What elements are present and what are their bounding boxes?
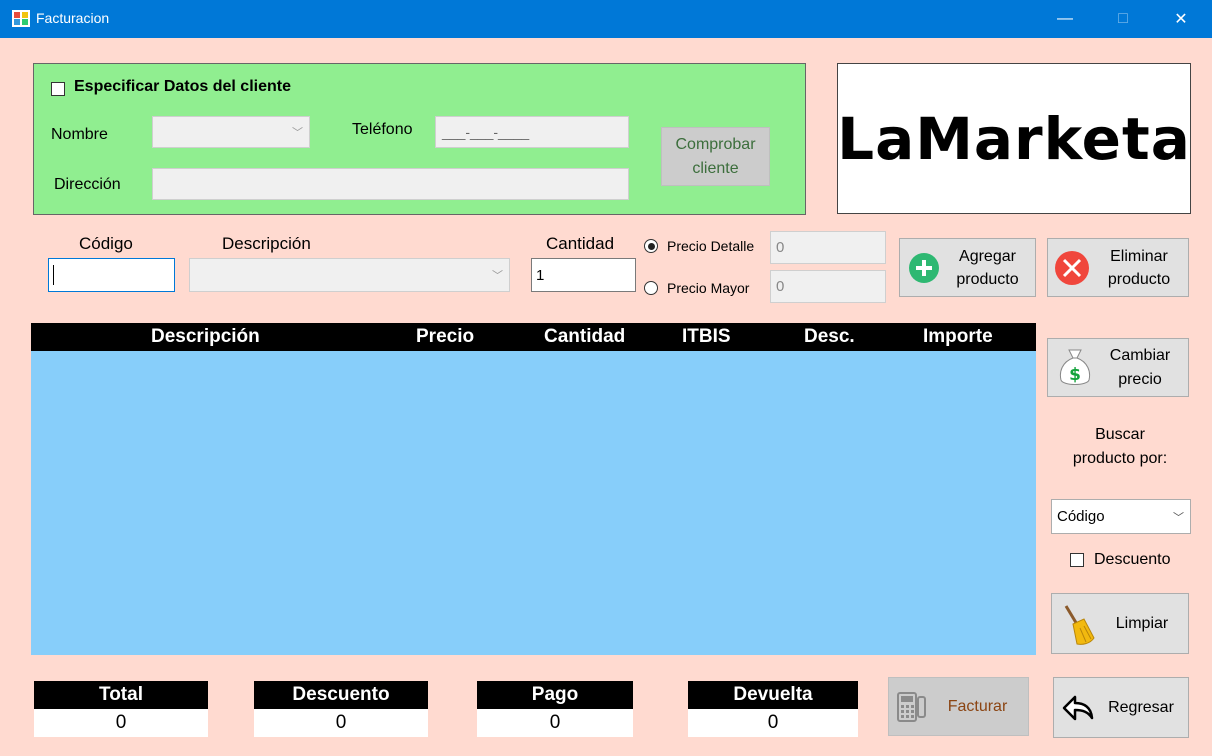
logo-text: LaMarketa bbox=[837, 104, 1191, 173]
money-bag-icon: $ bbox=[1059, 349, 1091, 385]
descuento-checkbox[interactable] bbox=[1070, 553, 1084, 567]
calculator-icon bbox=[897, 691, 926, 722]
facturar-button[interactable]: Facturar bbox=[888, 677, 1029, 736]
text-cursor bbox=[53, 265, 54, 285]
descuento-label: Descuento bbox=[254, 681, 428, 709]
broom-icon bbox=[1064, 604, 1095, 645]
column-header-desc[interactable]: Desc. bbox=[804, 326, 855, 348]
chevron-down-icon: ﹀ bbox=[292, 127, 303, 139]
precio-detalle-radio[interactable] bbox=[644, 239, 658, 253]
total-box: Total 0 bbox=[34, 681, 208, 737]
pago-label: Pago bbox=[477, 681, 633, 709]
precio-mayor-radio[interactable] bbox=[644, 281, 658, 295]
cambiar-precio-button[interactable]: $ Cambiar precio bbox=[1047, 338, 1189, 397]
precio-detalle-input[interactable]: 0 bbox=[770, 231, 886, 264]
regresar-label: Regresar bbox=[1108, 698, 1174, 716]
cambiar-precio-label: Cambiar precio bbox=[1109, 346, 1171, 388]
column-header-descripcion[interactable]: Descripción bbox=[151, 326, 260, 348]
codigo-input[interactable] bbox=[48, 258, 175, 292]
logo-panel: LaMarketa bbox=[837, 63, 1191, 214]
app-icon bbox=[12, 10, 30, 27]
eliminar-producto-button[interactable]: Eliminar producto bbox=[1047, 238, 1189, 297]
descuento-box: Descuento 0 bbox=[254, 681, 428, 737]
buscar-por-value: Código bbox=[1057, 508, 1105, 525]
buscar-por-select[interactable]: Código ﹀ bbox=[1051, 499, 1191, 534]
direccion-label: Dirección bbox=[54, 176, 121, 193]
back-arrow-icon bbox=[1062, 695, 1094, 720]
client-data-label: Especificar Datos del cliente bbox=[74, 78, 291, 95]
devuelta-box: Devuelta 0 bbox=[688, 681, 858, 737]
products-table[interactable]: Descripción Precio Cantidad ITBIS Desc. … bbox=[31, 323, 1036, 655]
facturar-label: Facturar bbox=[947, 697, 1008, 715]
devuelta-value: 0 bbox=[688, 709, 858, 737]
telefono-label: Teléfono bbox=[352, 121, 413, 138]
maximize-button[interactable]: □ bbox=[1094, 0, 1152, 38]
column-header-cantidad[interactable]: Cantidad bbox=[544, 326, 625, 348]
total-label: Total bbox=[34, 681, 208, 709]
chevron-down-icon: ﹀ bbox=[492, 270, 503, 282]
column-header-itbis[interactable]: ITBIS bbox=[682, 326, 731, 348]
table-header: Descripción Precio Cantidad ITBIS Desc. … bbox=[31, 323, 1036, 351]
direccion-input[interactable] bbox=[152, 168, 629, 200]
limpiar-label: Limpiar bbox=[1115, 614, 1169, 632]
comprobar-cliente-label: Comprobar cliente bbox=[675, 135, 756, 177]
column-header-importe[interactable]: Importe bbox=[923, 326, 993, 348]
radio-selected-dot bbox=[647, 242, 655, 250]
regresar-button[interactable]: Regresar bbox=[1053, 677, 1189, 738]
telefono-input[interactable]: ___-___-____ bbox=[435, 116, 629, 148]
precio-detalle-label: Precio Detalle bbox=[667, 238, 755, 254]
cantidad-value: 1 bbox=[536, 266, 545, 284]
codigo-label: Código bbox=[79, 234, 133, 253]
total-value: 0 bbox=[34, 709, 208, 737]
comprobar-cliente-button[interactable]: Comprobar cliente bbox=[661, 127, 770, 186]
nombre-combobox[interactable]: ﹀ bbox=[152, 116, 310, 148]
plus-circle-icon bbox=[909, 252, 939, 283]
minimize-button[interactable]: — bbox=[1036, 0, 1094, 38]
column-header-precio[interactable]: Precio bbox=[416, 326, 474, 348]
limpiar-button[interactable]: Limpiar bbox=[1051, 593, 1189, 654]
devuelta-label: Devuelta bbox=[688, 681, 858, 709]
pago-box: Pago 0 bbox=[477, 681, 633, 737]
client-panel: Especificar Datos del cliente Nombre ﹀ T… bbox=[33, 63, 806, 215]
close-button[interactable]: ✕ bbox=[1152, 0, 1210, 38]
window-title: Facturacion bbox=[36, 10, 110, 26]
descuento-value: 0 bbox=[254, 709, 428, 737]
close-circle-icon bbox=[1055, 250, 1089, 285]
agregar-producto-label: Agregar producto bbox=[956, 247, 1019, 288]
descripcion-label: Descripción bbox=[222, 234, 311, 253]
pago-value: 0 bbox=[477, 709, 633, 737]
buscar-producto-label: Buscar producto por: bbox=[1072, 426, 1168, 467]
agregar-producto-button[interactable]: Agregar producto bbox=[899, 238, 1036, 297]
precio-mayor-label: Precio Mayor bbox=[667, 280, 750, 296]
descuento-check-label: Descuento bbox=[1094, 551, 1171, 568]
descripcion-combobox[interactable]: ﹀ bbox=[189, 258, 510, 292]
cantidad-input[interactable]: 1 bbox=[531, 258, 636, 292]
precio-mayor-input[interactable]: 0 bbox=[770, 270, 886, 303]
title-bar: Facturacion — □ ✕ bbox=[0, 0, 1212, 38]
eliminar-producto-label: Eliminar producto bbox=[1107, 247, 1171, 288]
cantidad-label: Cantidad bbox=[546, 234, 615, 253]
svg-text:$: $ bbox=[1069, 365, 1081, 385]
nombre-label: Nombre bbox=[51, 126, 108, 143]
chevron-down-icon: ﹀ bbox=[1173, 511, 1184, 524]
client-data-checkbox[interactable] bbox=[51, 82, 65, 96]
